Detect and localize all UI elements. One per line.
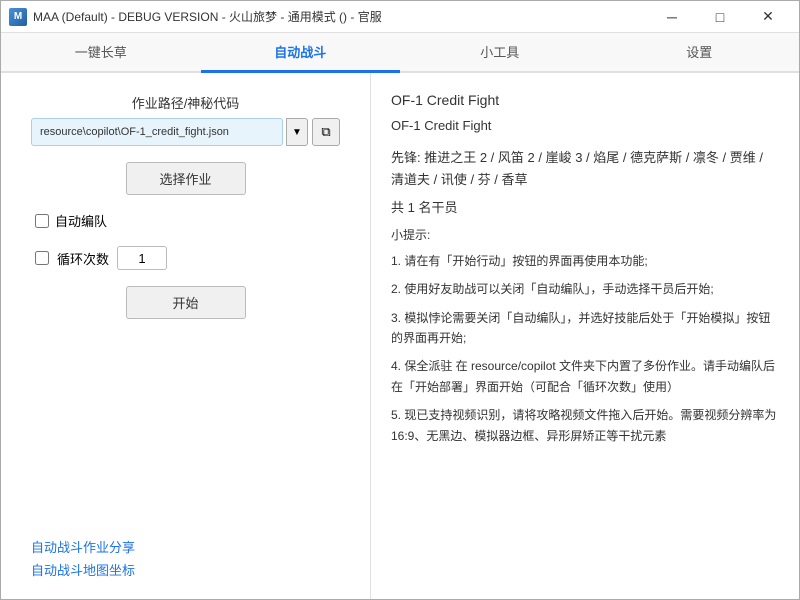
- tab-auto-battle[interactable]: 自动战斗: [201, 33, 401, 73]
- tab-tools[interactable]: 小工具: [400, 33, 600, 73]
- tip-item-3: 4. 保全派驻 在 resource/copilot 文件夹下内置了多份作业。请…: [391, 356, 779, 397]
- minimize-button[interactable]: ─: [649, 1, 695, 33]
- maximize-button[interactable]: □: [697, 1, 743, 33]
- tip-item-2: 3. 模拟悖论需要关闭「自动编队」，并选好技能后处于「开始模拟」按钮的界面再开始…: [391, 308, 779, 349]
- op-title-main: OF-1 Credit Fight: [391, 89, 779, 113]
- main-content: 作业路径/神秘代码 resource\copilot\OF-1_credit_f…: [1, 73, 799, 599]
- op-title-sub: OF-1 Credit Fight: [391, 115, 779, 137]
- tips-container: 1. 请在有「开始行动」按钮的界面再使用本功能; 2. 使用好友助战可以关闭「自动…: [391, 251, 779, 446]
- tip-item-1: 2. 使用好友助战可以关闭「自动编队」，手动选择干员后开始;: [391, 279, 779, 299]
- title-bar: M MAA (Default) - DEBUG VERSION - 火山旅梦 -…: [1, 1, 799, 33]
- main-window: M MAA (Default) - DEBUG VERSION - 火山旅梦 -…: [0, 0, 800, 600]
- tips-title: 小提示:: [391, 225, 779, 247]
- op-count: 共 1 名干员: [391, 197, 779, 219]
- select-job-button[interactable]: 选择作业: [126, 162, 246, 195]
- window-title: MAA (Default) - DEBUG VERSION - 火山旅梦 - 通…: [33, 8, 649, 25]
- links-section: 自动战斗作业分享 自动战斗地图坐标: [31, 537, 340, 579]
- auto-team-checkbox[interactable]: [35, 214, 49, 228]
- field-label-group: 作业路径/神秘代码 resource\copilot\OF-1_credit_f…: [31, 93, 340, 146]
- window-controls: ─ □ ✕: [649, 1, 791, 33]
- tip-item-0: 1. 请在有「开始行动」按钮的界面再使用本功能;: [391, 251, 779, 271]
- copy-path-button[interactable]: ⧉: [312, 118, 340, 146]
- start-btn-wrapper: 开始: [31, 286, 340, 319]
- auto-team-label: 自动编队: [55, 211, 107, 230]
- loop-checkbox[interactable]: [35, 251, 49, 265]
- file-path-display[interactable]: resource\copilot\OF-1_credit_fight.json: [31, 118, 283, 146]
- loop-label: 循环次数: [57, 249, 109, 268]
- auto-team-row: 自动编队: [31, 211, 340, 230]
- start-button[interactable]: 开始: [126, 286, 246, 319]
- file-dropdown-button[interactable]: ▼: [286, 118, 308, 146]
- file-input-row: resource\copilot\OF-1_credit_fight.json …: [31, 118, 340, 146]
- tips-section: 小提示: 1. 请在有「开始行动」按钮的界面再使用本功能; 2. 使用好友助战可以…: [391, 225, 779, 446]
- right-panel: OF-1 Credit Fight OF-1 Credit Fight 先锋: …: [371, 73, 799, 599]
- tab-settings[interactable]: 设置: [600, 33, 800, 73]
- select-job-wrapper: 选择作业: [31, 162, 340, 195]
- share-link[interactable]: 自动战斗作业分享: [31, 537, 340, 556]
- tab-yijian[interactable]: 一键长草: [1, 33, 201, 73]
- loop-count-input[interactable]: 1: [117, 246, 167, 270]
- close-button[interactable]: ✕: [745, 1, 791, 33]
- left-panel: 作业路径/神秘代码 resource\copilot\OF-1_credit_f…: [1, 73, 371, 599]
- map-link[interactable]: 自动战斗地图坐标: [31, 560, 340, 579]
- app-icon: M: [9, 8, 27, 26]
- tip-item-4: 5. 现已支持视频识别，请将攻略视频文件拖入后开始。需要视频分辨率为 16:9、…: [391, 405, 779, 446]
- tab-bar: 一键长草 自动战斗 小工具 设置: [1, 33, 799, 73]
- op-operators: 先锋: 推进之王 2 / 风笛 2 / 崖峻 3 / 焰尾 / 德克萨斯 / 凛…: [391, 147, 779, 191]
- loop-row: 循环次数 1: [31, 246, 340, 270]
- field-label: 作业路径/神秘代码: [31, 93, 340, 112]
